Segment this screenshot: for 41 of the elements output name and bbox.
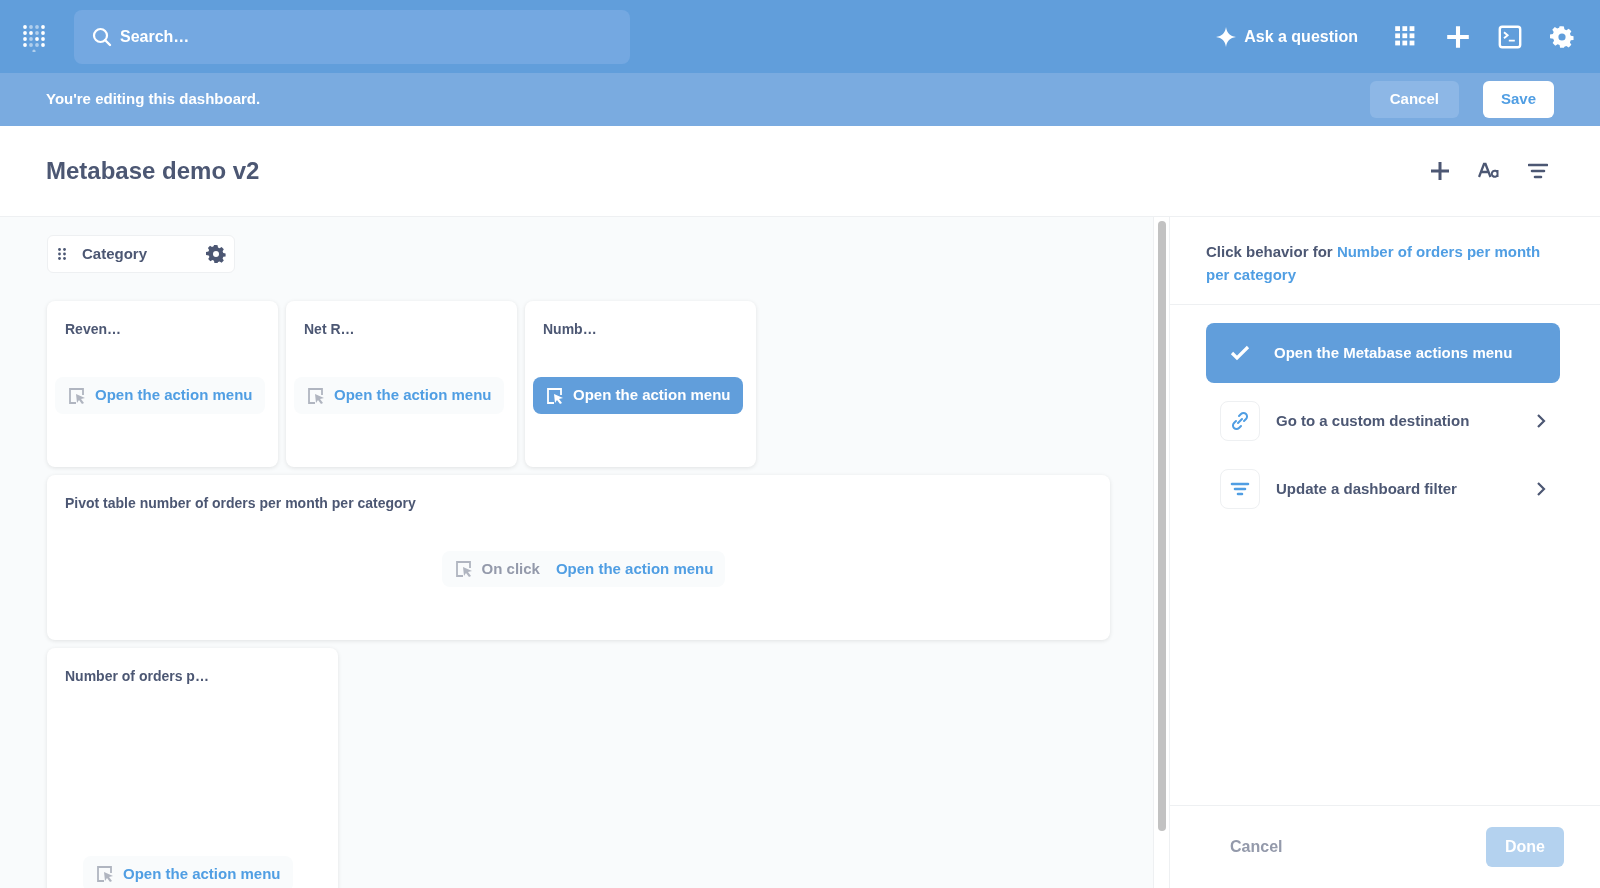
- on-click-label: On click: [481, 558, 540, 579]
- cursor-icon: [306, 385, 326, 406]
- category-filter[interactable]: Category: [47, 235, 235, 273]
- chevron-right-icon: [1536, 482, 1546, 496]
- cursor-icon: [67, 385, 87, 406]
- text-format-icon[interactable]: [1478, 161, 1500, 181]
- drag-handle-icon: [58, 248, 66, 260]
- card-title: Pivot table number of orders per month per category: [65, 494, 417, 513]
- cursor-icon: [95, 863, 115, 884]
- sparkle-icon: [1216, 26, 1237, 47]
- action-menu-button[interactable]: Open the action menu: [294, 377, 504, 414]
- cursor-icon: [545, 385, 565, 406]
- scrollbar-thumb[interactable]: [1157, 221, 1166, 831]
- link-icon: [1230, 411, 1250, 431]
- cancel-button[interactable]: Cancel: [1369, 81, 1459, 118]
- filter-icon: [1230, 481, 1250, 497]
- save-button[interactable]: Save: [1482, 81, 1554, 118]
- search-field[interactable]: Search…: [74, 9, 630, 64]
- plus-icon[interactable]: [1430, 161, 1450, 181]
- dashboard-title: Metabase demo v2: [46, 156, 260, 186]
- click-behavior-option[interactable]: Open the Metabase actions menu: [1206, 323, 1560, 383]
- cancel-button[interactable]: Cancel: [1224, 834, 1289, 860]
- action-label: Open the action menu: [555, 558, 714, 579]
- terminal-icon[interactable]: [1498, 24, 1522, 49]
- action-menu-button[interactable]: Open the action menu: [83, 855, 293, 888]
- action-menu-button[interactable]: On click Open the action menu: [441, 550, 726, 588]
- settings-icon[interactable]: [206, 244, 226, 264]
- chevron-right-icon: [1536, 414, 1546, 428]
- editing-message: You're editing this dashboard.: [46, 89, 261, 110]
- ask-question-button[interactable]: Ask a question: [1210, 23, 1364, 50]
- panel-heading: Click behavior for Number of orders per month per category: [1170, 217, 1600, 305]
- card-title: Reven…: [65, 320, 123, 339]
- card-title: Net R…: [304, 320, 356, 339]
- card-title: Numb…: [543, 320, 598, 339]
- action-menu-button[interactable]: Open the action menu: [533, 377, 743, 414]
- cursor-icon: [453, 559, 474, 579]
- action-menu-button[interactable]: Open the action menu: [55, 377, 265, 414]
- check-icon: [1230, 345, 1250, 361]
- search-icon: [92, 26, 112, 47]
- filter-icon[interactable]: [1528, 162, 1548, 180]
- card-title: Number of orders p…: [65, 667, 210, 686]
